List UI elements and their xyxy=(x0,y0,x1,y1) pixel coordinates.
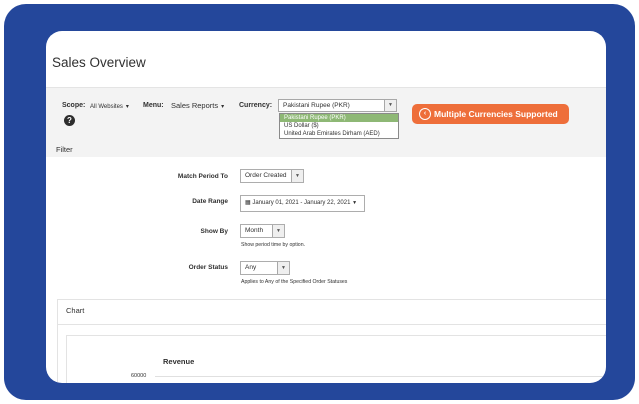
admin-panel: Sales Overview Scope: All Websites ▾ Menu… xyxy=(46,31,606,383)
menu-switcher[interactable]: Sales Reports ▾ xyxy=(171,101,224,110)
outer-frame: Sales Overview Scope: All Websites ▾ Menu… xyxy=(4,4,635,400)
date-range-label: Date Range xyxy=(192,198,228,205)
menu-label: Menu: xyxy=(143,102,164,109)
report-toolbar: Scope: All Websites ▾ Menu: Sales Reports… xyxy=(46,87,606,157)
chevron-down-icon: ▼ xyxy=(352,200,358,206)
order-status-value: Any xyxy=(245,264,257,271)
chart-heading: Revenue xyxy=(163,357,195,366)
chevron-down-icon: ▼ xyxy=(291,170,303,182)
y-axis-tick: 60000 xyxy=(131,373,147,379)
revenue-chart: Revenue 60000 xyxy=(66,335,606,383)
currency-select[interactable]: Pakistani Rupee (PKR) ▼ xyxy=(278,99,397,112)
show-by-value: Month xyxy=(245,227,264,234)
menu-value: Sales Reports xyxy=(171,101,219,110)
help-icon[interactable]: ? xyxy=(64,115,75,126)
chevron-down-icon: ▾ xyxy=(125,104,129,110)
currency-select-value: Pakistani Rupee (PKR) xyxy=(283,102,350,109)
filter-title: Filter xyxy=(56,145,73,154)
show-by-note: Show period time by option. xyxy=(241,242,306,248)
chevron-down-icon: ▼ xyxy=(277,262,289,274)
badge-text: Multiple Currencies Supported xyxy=(434,109,558,119)
date-range-value: January 01, 2021 - January 22, 2021 xyxy=(252,200,351,206)
currency-option-aed[interactable]: United Arab Emirates Dirham (AED) xyxy=(280,130,398,138)
currency-label: Currency: xyxy=(239,102,273,109)
currency-option-usd[interactable]: US Dollar ($) xyxy=(280,122,398,130)
chevron-circle-icon: ‹ xyxy=(419,108,431,120)
currency-option-pkr[interactable]: Pakistani Rupee (PKR) xyxy=(280,114,398,122)
chevron-down-icon: ▼ xyxy=(272,225,284,237)
show-by-select[interactable]: Month ▼ xyxy=(240,224,285,238)
multiple-currencies-badge: ‹ Multiple Currencies Supported xyxy=(412,104,569,124)
show-by-label: Show By xyxy=(200,228,228,235)
match-period-label: Match Period To xyxy=(177,173,228,180)
scope-switcher[interactable]: All Websites ▾ xyxy=(90,103,129,110)
chevron-down-icon: ▼ xyxy=(384,100,396,111)
order-status-label: Order Status xyxy=(188,264,228,271)
scope-label: Scope: xyxy=(62,102,86,109)
match-period-value: Order Created xyxy=(245,172,287,179)
divider xyxy=(58,324,606,325)
order-status-select[interactable]: Any ▼ xyxy=(240,261,290,275)
chart-section: Chart Revenue 60000 xyxy=(57,299,606,383)
currency-dropdown: Pakistani Rupee (PKR) US Dollar ($) Unit… xyxy=(279,113,399,139)
scope-value: All Websites xyxy=(90,104,123,110)
chart-section-title: Chart xyxy=(66,306,85,315)
order-status-note: Applies to Any of the Specified Order St… xyxy=(241,279,348,285)
grid-line xyxy=(155,376,606,377)
date-range-picker[interactable]: ▦ January 01, 2021 - January 22, 2021 ▼ xyxy=(240,195,365,212)
page-title: Sales Overview xyxy=(52,55,146,70)
calendar-icon: ▦ xyxy=(245,200,251,206)
chevron-down-icon: ▾ xyxy=(221,104,225,110)
match-period-select[interactable]: Order Created ▼ xyxy=(240,169,304,183)
